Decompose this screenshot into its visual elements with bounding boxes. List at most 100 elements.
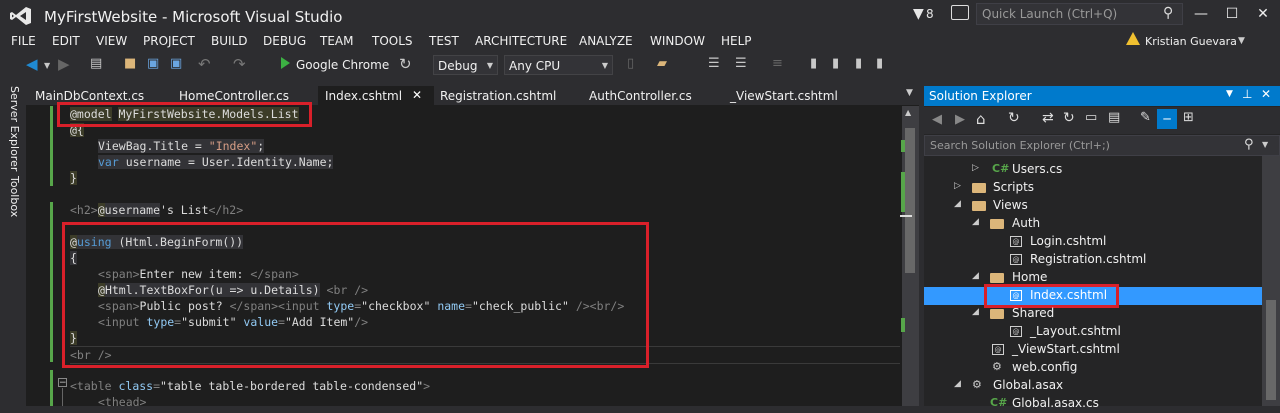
- user-account-name[interactable]: Kristian Guevara: [1145, 35, 1237, 48]
- search-icon[interactable]: ⚲: [1244, 137, 1254, 152]
- tab-homecontroller[interactable]: HomeController.cs: [179, 89, 289, 103]
- attach-icon[interactable]: ▯: [627, 56, 634, 71]
- save-all-icon[interactable]: ▣: [170, 56, 182, 71]
- change-margin-indicator: [50, 370, 53, 406]
- properties-icon[interactable]: ✎: [1140, 110, 1151, 125]
- tree-item-viewstart-cshtml[interactable]: @ _ViewStart.cshtml: [924, 341, 1262, 359]
- menu-test[interactable]: TEST: [429, 34, 459, 48]
- bookmark-next-icon[interactable]: ▮: [855, 56, 862, 71]
- menu-view[interactable]: VIEW: [96, 34, 127, 48]
- tree-item-shared[interactable]: ◢ Shared: [924, 305, 1262, 323]
- tree-item-views[interactable]: ◢ Views: [924, 197, 1262, 215]
- chevron-down-icon[interactable]: ▼: [44, 61, 50, 70]
- new-project-icon[interactable]: ▤: [90, 56, 102, 71]
- editor-scroll-thumb[interactable]: [905, 128, 915, 273]
- feedback-icon[interactable]: [951, 5, 969, 20]
- menu-project[interactable]: PROJECT: [143, 34, 195, 48]
- menu-file[interactable]: FILE: [11, 34, 36, 48]
- collapse-arrow-icon[interactable]: ◢: [954, 199, 961, 209]
- forward-icon[interactable]: ▶: [955, 112, 965, 127]
- menu-build[interactable]: BUILD: [211, 34, 247, 48]
- collapse-arrow-icon[interactable]: ◢: [954, 379, 961, 389]
- chevron-down-icon[interactable]: ▼: [1262, 140, 1268, 149]
- comment-icon[interactable]: ☰: [708, 56, 720, 71]
- chevron-down-icon[interactable]: ▼: [1238, 36, 1245, 46]
- run-target-label[interactable]: Google Chrome: [296, 58, 389, 72]
- collapse-arrow-icon[interactable]: ◢: [972, 217, 979, 227]
- tab-registration[interactable]: Registration.cshtml: [440, 89, 556, 103]
- menu-window[interactable]: WINDOW: [650, 34, 705, 48]
- menu-team[interactable]: TEAM: [320, 34, 353, 48]
- bookmark-icon[interactable]: ▮: [810, 56, 817, 71]
- close-icon[interactable]: ✕: [412, 88, 422, 102]
- pin-icon[interactable]: ⊥: [1242, 87, 1252, 101]
- indent-icon[interactable]: ≡: [772, 56, 783, 71]
- platform-dropdown[interactable]: Any CPU ▼: [504, 55, 613, 75]
- menu-tools[interactable]: TOOLS: [372, 34, 413, 48]
- class-diagram-icon[interactable]: ⊞: [1183, 110, 1194, 125]
- expand-arrow-icon[interactable]: ▷: [972, 163, 979, 173]
- maximize-button[interactable]: ☐: [1218, 2, 1246, 26]
- close-icon[interactable]: ✕: [1261, 87, 1271, 101]
- minimize-button[interactable]: —: [1187, 2, 1215, 26]
- server-explorer-tab[interactable]: Server Explorer: [8, 86, 21, 171]
- menu-architecture[interactable]: ARCHITECTURE: [475, 34, 567, 48]
- tab-authcontroller[interactable]: AuthController.cs: [589, 89, 692, 103]
- history-icon[interactable]: ↻: [1008, 110, 1020, 126]
- back-icon[interactable]: ◀: [932, 112, 942, 127]
- forward-icon[interactable]: ▶: [58, 55, 70, 73]
- search-icon[interactable]: ⚲: [1163, 5, 1173, 21]
- toolbox-tab[interactable]: Toolbox: [8, 176, 21, 217]
- tab-maindbcontext[interactable]: MainDbContext.cs: [35, 89, 144, 103]
- tree-item-scripts[interactable]: ▷ Scripts: [924, 179, 1262, 197]
- find-in-files-icon[interactable]: ▰: [657, 56, 667, 71]
- tree-item-label: _ViewStart.cshtml: [1012, 342, 1120, 356]
- bookmark-prev-icon[interactable]: ▮: [832, 56, 839, 71]
- preview-selected-icon[interactable]: ─: [1157, 109, 1177, 129]
- refresh-icon[interactable]: ↻: [1063, 110, 1075, 126]
- uncomment-icon[interactable]: ☰: [735, 56, 747, 71]
- notification-flag-icon[interactable]: ▼: [913, 6, 924, 22]
- undo-icon[interactable]: ↶: [198, 55, 211, 73]
- start-debugging-icon[interactable]: [281, 57, 290, 69]
- tab-index-cshtml[interactable]: Index.cshtml: [325, 89, 402, 103]
- tree-item-login-cshtml[interactable]: @ Login.cshtml: [924, 233, 1262, 251]
- home-icon[interactable]: ⌂: [976, 110, 986, 128]
- sync-icon[interactable]: ⇄: [1042, 110, 1054, 126]
- tree-item-auth[interactable]: ◢ Auth: [924, 215, 1262, 233]
- chevron-down-icon[interactable]: ▼: [1226, 89, 1233, 99]
- tree-item-web-config[interactable]: ⚙ web.config: [924, 359, 1262, 377]
- html-tag: <h2>: [70, 203, 98, 217]
- expand-arrow-icon[interactable]: ▷: [954, 181, 961, 191]
- quick-launch-input[interactable]: Quick Launch (Ctrl+Q) ⚲: [976, 3, 1183, 25]
- back-icon[interactable]: ◀: [26, 55, 38, 73]
- save-icon[interactable]: ▣: [147, 56, 159, 71]
- collapse-all-icon[interactable]: ▭: [1085, 110, 1097, 125]
- menu-debug[interactable]: DEBUG: [263, 34, 306, 48]
- folder-icon: [972, 183, 986, 193]
- redo-icon[interactable]: ↷: [233, 55, 246, 73]
- tree-item-global-asax-cs[interactable]: C# Global.asax.cs: [924, 395, 1262, 413]
- menu-analyze[interactable]: ANALYZE: [579, 34, 633, 48]
- tree-item-global-asax[interactable]: ◢ ⚙ Global.asax: [924, 377, 1262, 395]
- solution-explorer-scroll-thumb[interactable]: [1266, 300, 1276, 400]
- menu-edit[interactable]: EDIT: [52, 34, 80, 48]
- bookmark-clear-icon[interactable]: ▮: [876, 56, 883, 71]
- tab-viewstart[interactable]: _ViewStart.cshtml: [730, 89, 838, 103]
- collapse-arrow-icon[interactable]: ◢: [972, 307, 979, 317]
- collapse-icon[interactable]: −: [58, 378, 67, 388]
- collapse-arrow-icon[interactable]: ◢: [972, 271, 979, 281]
- tree-item-registration-cshtml[interactable]: @ Registration.cshtml: [924, 251, 1262, 269]
- chevron-up-icon[interactable]: ▲: [905, 108, 911, 117]
- warning-icon[interactable]: [1126, 32, 1140, 45]
- close-button[interactable]: ✕: [1249, 2, 1277, 26]
- menu-help[interactable]: HELP: [721, 34, 752, 48]
- tree-item-layout-cshtml[interactable]: @ _Layout.cshtml: [924, 323, 1262, 341]
- show-all-files-icon[interactable]: ▤: [1108, 110, 1120, 125]
- open-folder-icon[interactable]: ■: [124, 56, 136, 71]
- notification-count[interactable]: 8: [926, 7, 934, 21]
- configuration-dropdown[interactable]: Debug ▼: [433, 55, 498, 75]
- tree-item-users-cs[interactable]: ▷ C# Users.cs: [924, 161, 1262, 179]
- refresh-icon[interactable]: ↻: [399, 55, 412, 73]
- chevron-down-icon[interactable]: ▼: [906, 88, 913, 98]
